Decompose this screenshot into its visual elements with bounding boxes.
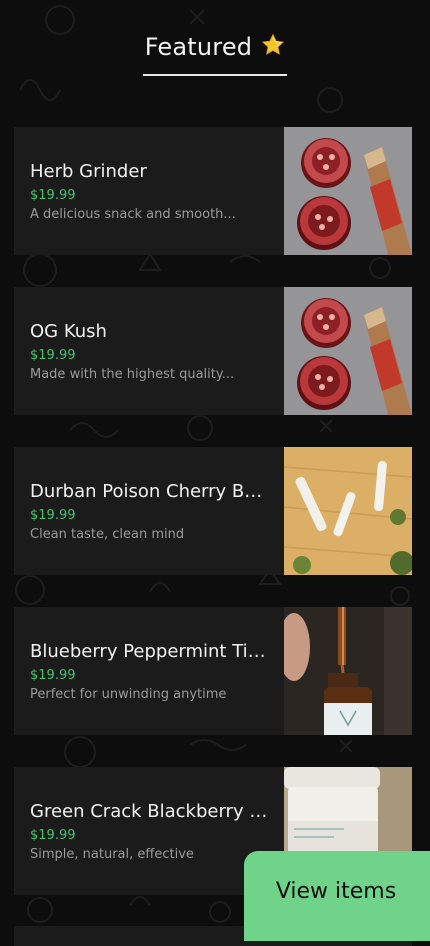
- product-description: Perfect for unwinding anytime: [30, 687, 227, 702]
- product-image: [284, 127, 412, 255]
- title-underline: Featured: [142, 30, 288, 76]
- product-card[interactable]: Blueberry Peppermint Tin... $19.99 Perfe…: [14, 607, 412, 735]
- product-card[interactable]: Durban Poison Cherry Bo... $19.99 Clean …: [14, 447, 412, 575]
- product-price: $19.99: [30, 188, 76, 203]
- product-image: [284, 607, 412, 735]
- product-description: Clean taste, clean mind: [30, 527, 185, 542]
- product-card[interactable]: Herb Grinder $19.99 A delicious snack an…: [14, 127, 412, 255]
- product-name: Green Crack Blackberry K...: [30, 801, 272, 822]
- product-price: $19.99: [30, 348, 76, 363]
- product-description: A delicious snack and smooth...: [30, 207, 236, 222]
- product-name: Durban Poison Cherry Bo...: [30, 481, 272, 502]
- product-description: Made with the highest quality...: [30, 367, 235, 382]
- page-title: Featured: [144, 33, 253, 61]
- product-description: Simple, natural, effective: [30, 847, 194, 862]
- product-price: $19.99: [30, 828, 76, 843]
- view-items-label: View items: [275, 879, 397, 904]
- product-name: Herb Grinder: [30, 161, 147, 182]
- product-card[interactable]: OG Kush $19.99 Made with the highest qua…: [14, 287, 412, 415]
- view-items-button[interactable]: View items: [244, 851, 430, 941]
- star-icon: [261, 33, 285, 61]
- product-name: Blueberry Peppermint Tin...: [30, 641, 272, 662]
- product-price: $19.99: [30, 508, 76, 523]
- product-image: [284, 287, 412, 415]
- product-name: OG Kush: [30, 321, 107, 342]
- product-price: $19.99: [30, 668, 76, 683]
- header: Featured: [0, 30, 430, 76]
- product-image: [284, 447, 412, 575]
